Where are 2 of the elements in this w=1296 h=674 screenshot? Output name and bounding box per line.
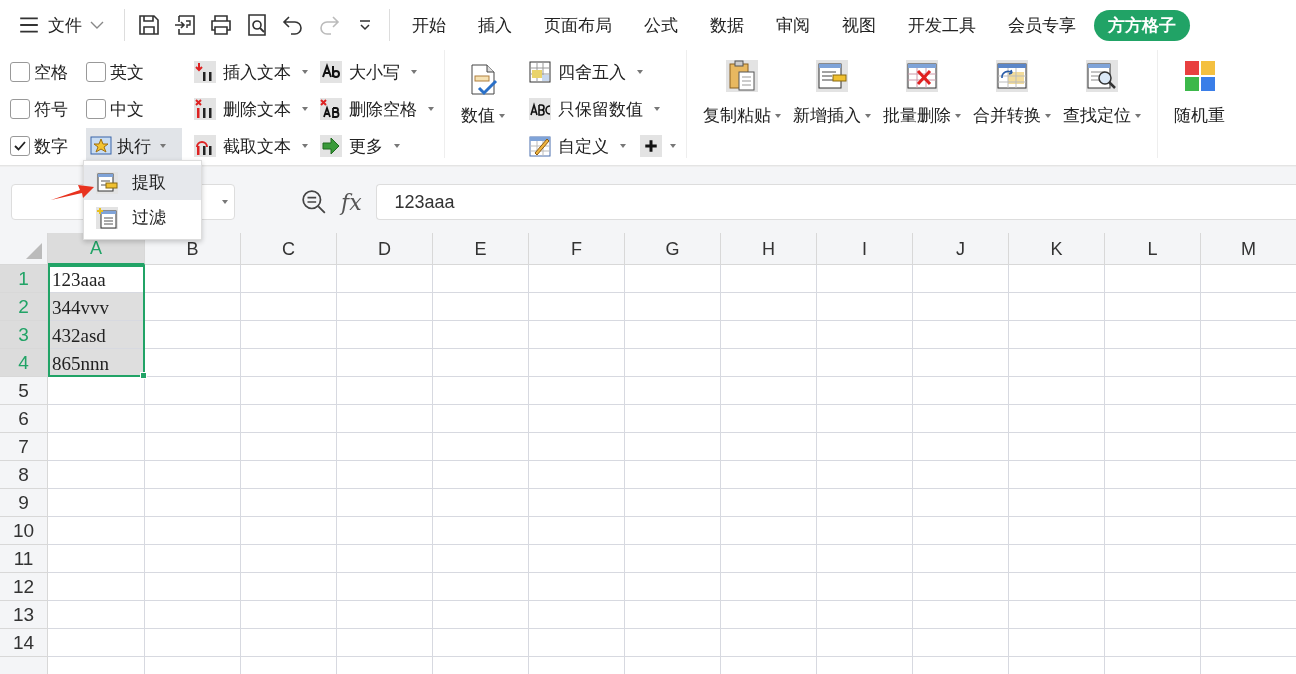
- table-cell: 344vvv: [48, 293, 145, 321]
- table-cell: 432asd: [48, 321, 145, 349]
